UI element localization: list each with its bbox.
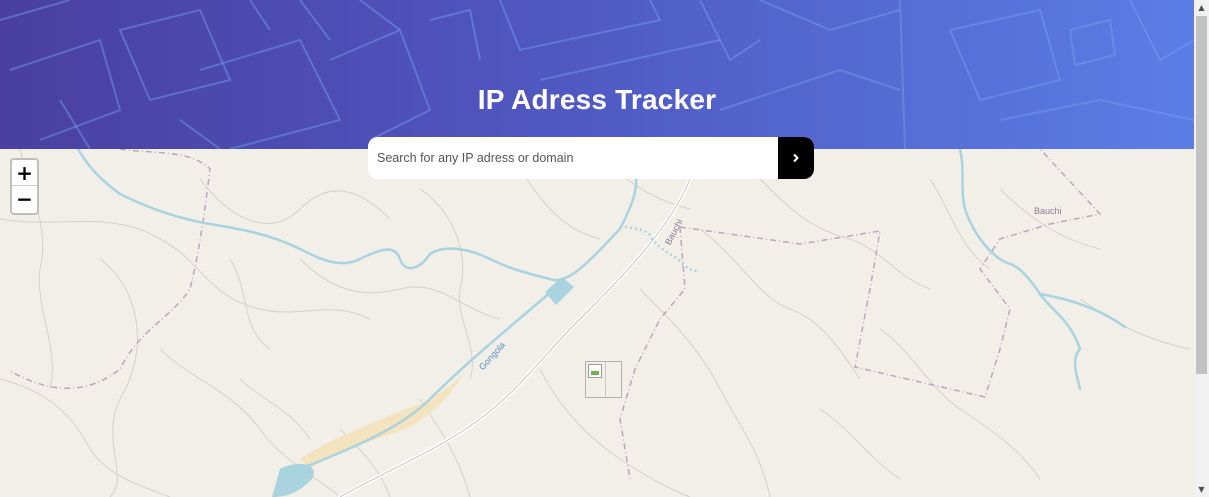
map[interactable]: Bauchi Bauchi Gongola xyxy=(0,149,1194,497)
broken-image-icon xyxy=(588,364,602,378)
header-pattern xyxy=(0,0,1194,149)
search-input[interactable] xyxy=(368,137,778,179)
search-submit-button[interactable] xyxy=(778,137,814,179)
page-title: IP Adress Tracker xyxy=(477,84,717,115)
chevron-right-icon xyxy=(793,153,799,163)
scroll-up-arrow-icon[interactable]: ▲ xyxy=(1194,0,1209,15)
scroll-thumb[interactable] xyxy=(1196,16,1207,374)
map-tiles xyxy=(0,149,1191,497)
search-bar xyxy=(368,137,814,179)
location-marker-icon[interactable] xyxy=(585,361,622,398)
zoom-control: + − xyxy=(10,158,39,215)
page: Bauchi Bauchi Gongola IP Adress Tracker … xyxy=(0,0,1209,497)
scrollbar[interactable]: ▲ ▼ xyxy=(1194,0,1209,497)
marker-divider xyxy=(605,362,606,397)
zoom-out-button[interactable]: − xyxy=(12,186,37,212)
town-label: Bauchi xyxy=(1034,206,1062,216)
zoom-in-button[interactable]: + xyxy=(12,160,37,186)
scroll-down-arrow-icon[interactable]: ▼ xyxy=(1194,482,1209,497)
header-banner xyxy=(0,0,1194,149)
